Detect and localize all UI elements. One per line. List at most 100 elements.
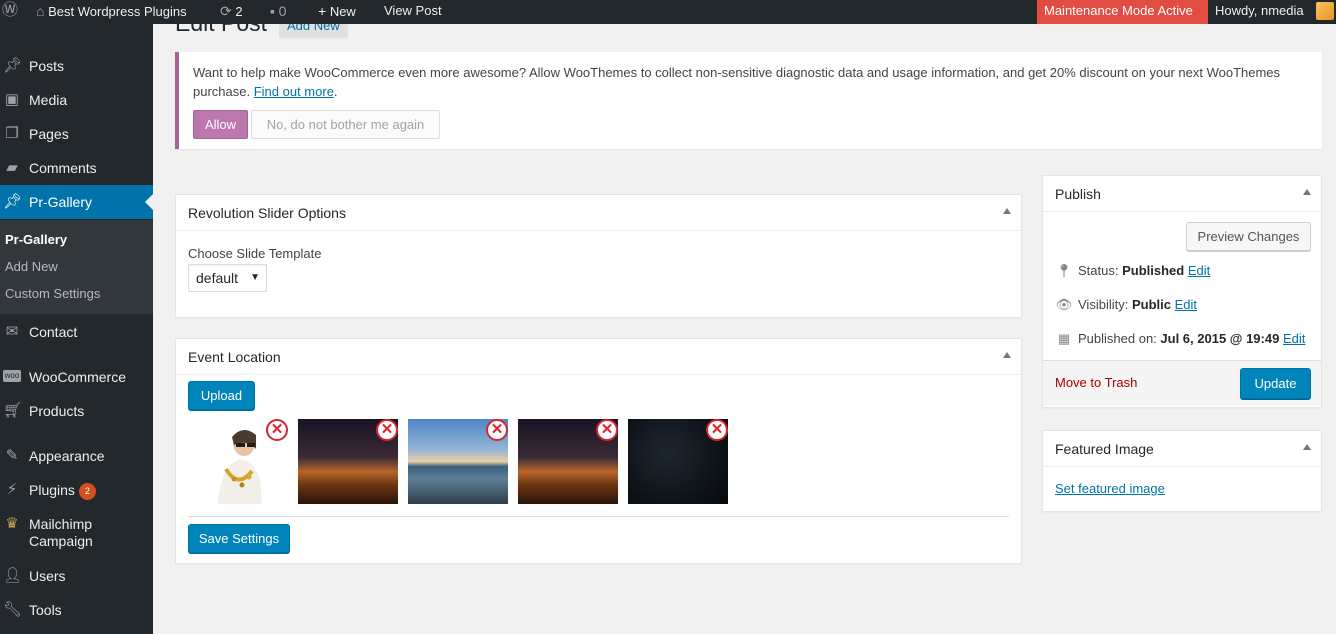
- status-label: Status:: [1078, 263, 1119, 278]
- featured-image-box: Featured Image Set featured image: [1042, 430, 1322, 512]
- submenu-item-pr-gallery[interactable]: Pr-Gallery: [5, 232, 67, 247]
- remove-image-icon[interactable]: ✕: [266, 419, 288, 441]
- submenu-item-custom-settings[interactable]: Custom Settings: [5, 286, 100, 301]
- maintenance-mode-badge[interactable]: Maintenance Mode Active: [1037, 0, 1208, 24]
- site-name-link[interactable]: ⌂ Best Wordpress Plugins: [36, 0, 187, 24]
- mail-icon: ✉: [5, 323, 19, 340]
- updates-count: 2: [235, 4, 243, 19]
- plugins-update-badge: 2: [78, 483, 96, 500]
- sidebar-item-label: Comments: [29, 160, 97, 176]
- sidebar-item-label: Mailchimp Campaign: [29, 516, 93, 550]
- divider: [188, 516, 1009, 517]
- slide-template-value: default: [196, 270, 239, 286]
- wordpress-logo-icon[interactable]: Ⓦ: [2, 0, 18, 24]
- brush-icon: ✎: [5, 447, 19, 464]
- remove-image-icon[interactable]: ✕: [596, 419, 618, 441]
- sidebar-item-users[interactable]: 👤︎ Users: [0, 559, 153, 593]
- submenu-item-add-new[interactable]: Add New: [5, 259, 58, 274]
- box-title[interactable]: Revolution Slider Options: [176, 195, 1021, 231]
- updates-link[interactable]: ⟳ 2: [220, 0, 243, 24]
- comments-link[interactable]: ▪ 0: [270, 0, 286, 24]
- woocommerce-tracking-notice: Want to help make WooCommerce even more …: [175, 52, 1322, 149]
- dismiss-button[interactable]: No, do not bother me again: [251, 110, 440, 139]
- revolution-slider-options-box: Revolution Slider Options Choose Slide T…: [175, 194, 1022, 318]
- allow-button[interactable]: Allow: [193, 110, 248, 139]
- sidebar-item-comments[interactable]: ▰ Comments: [0, 151, 153, 185]
- post-status: 📍︎ Status: Published Edit: [1055, 263, 1211, 279]
- edit-date-link[interactable]: Edit: [1283, 331, 1305, 346]
- sidebar-item-label: Appearance: [29, 448, 105, 464]
- wrench-icon: 🔧︎: [3, 601, 23, 618]
- sidebar-item-label: Tools: [29, 602, 62, 618]
- update-button[interactable]: Update: [1240, 368, 1311, 399]
- sidebar-item-contact[interactable]: ✉ Contact: [0, 315, 153, 349]
- site-name-label: Best Wordpress Plugins: [48, 4, 187, 19]
- woocommerce-icon: woo: [3, 370, 21, 382]
- comments-icon: ▰: [6, 159, 18, 176]
- sidebar-item-pages[interactable]: ❐ Pages: [0, 117, 153, 151]
- sidebar-item-label: Posts: [29, 58, 65, 74]
- mailchimp-label-line1: Mailchimp: [29, 516, 93, 532]
- sidebar-item-media[interactable]: ▣ Media: [0, 83, 153, 117]
- box-title[interactable]: Publish: [1043, 176, 1321, 212]
- sidebar-item-appearance[interactable]: ✎ Appearance: [0, 439, 153, 473]
- notice-message: Want to help make WooCommerce even more …: [193, 63, 1303, 101]
- event-location-box: Event Location Upload ✕ ✕ ✕ ✕ ✕ Save Set…: [175, 338, 1022, 564]
- sidebar-item-pr-gallery[interactable]: 📌︎ Pr-Gallery: [0, 185, 153, 219]
- preview-changes-button[interactable]: Preview Changes: [1186, 222, 1311, 251]
- slide-template-select[interactable]: default ▼: [188, 264, 267, 292]
- view-post-link[interactable]: View Post: [384, 0, 442, 24]
- sidebar-item-products[interactable]: 🛒︎ Products: [0, 394, 153, 428]
- remove-image-icon[interactable]: ✕: [486, 419, 508, 441]
- sidebar-item-label: Products: [29, 403, 85, 419]
- admin-sidebar: ◔Dashboard 📌︎Posts ▣Media ❐Pages ▰Commen…: [0, 10, 153, 634]
- collapse-arrow-icon[interactable]: [1003, 352, 1011, 358]
- remove-image-icon[interactable]: ✕: [376, 419, 398, 441]
- sidebar-item-label: Media: [29, 92, 68, 108]
- account-menu[interactable]: Howdy, nmedia: [1215, 0, 1304, 22]
- eye-icon: 👁︎: [1055, 297, 1073, 312]
- sidebar-item-plugins[interactable]: ⚡︎ Plugins 2: [0, 473, 153, 507]
- calendar-icon: ▦: [1057, 331, 1071, 346]
- sidebar-item-label: Pages: [29, 126, 69, 142]
- sidebar-item-label: WooCommerce: [29, 369, 126, 385]
- move-to-trash-link[interactable]: Move to Trash: [1055, 375, 1137, 390]
- save-settings-button[interactable]: Save Settings: [188, 524, 290, 553]
- published-on-label: Published on:: [1078, 331, 1157, 346]
- status-value: Published: [1122, 263, 1185, 278]
- pushpin-icon: 📌︎: [3, 57, 23, 74]
- mailchimp-label-line2: Campaign: [29, 533, 93, 549]
- collapse-arrow-icon[interactable]: [1303, 444, 1311, 450]
- plugin-icon: ⚡︎: [6, 481, 18, 498]
- notice-text: Want to help make WooCommerce even more …: [193, 65, 1281, 99]
- edit-visibility-link[interactable]: Edit: [1175, 297, 1197, 312]
- cart-icon: 🛒︎: [3, 402, 23, 419]
- collapse-arrow-icon[interactable]: [1003, 208, 1011, 214]
- box-title[interactable]: Featured Image: [1043, 431, 1321, 467]
- sidebar-item-label: Contact: [29, 324, 78, 340]
- new-label: New: [329, 4, 356, 19]
- avatar[interactable]: [1316, 2, 1334, 20]
- published-on-value: Jul 6, 2015 @ 19:49: [1160, 331, 1280, 346]
- sidebar-item-label: Pr-Gallery: [29, 194, 93, 210]
- sidebar-item-label: Users: [29, 568, 66, 584]
- plus-icon: +: [318, 3, 327, 19]
- user-icon: 👤︎: [3, 567, 23, 584]
- box-title[interactable]: Event Location: [176, 339, 1021, 375]
- upload-button[interactable]: Upload: [188, 381, 255, 410]
- pushpin-icon: 📌︎: [3, 193, 23, 210]
- sidebar-item-woocommerce[interactable]: woo WooCommerce: [0, 360, 153, 394]
- sidebar-item-tools[interactable]: 🔧︎ Tools: [0, 593, 153, 627]
- pr-gallery-submenu: Pr-Gallery Add New Custom Settings: [0, 220, 153, 314]
- collapse-arrow-icon[interactable]: [1303, 189, 1311, 195]
- sidebar-item-posts[interactable]: 📌︎ Posts: [0, 49, 153, 83]
- plugins-label: Plugins: [29, 482, 75, 498]
- set-featured-image-link[interactable]: Set featured image: [1055, 481, 1165, 496]
- new-content-link[interactable]: + New: [318, 0, 356, 24]
- edit-status-link[interactable]: Edit: [1188, 263, 1210, 278]
- publish-date: ▦ Published on: Jul 6, 2015 @ 19:49 Edit: [1055, 331, 1306, 347]
- find-out-more-link[interactable]: Find out more: [254, 84, 334, 99]
- post-visibility: 👁︎ Visibility: Public Edit: [1055, 297, 1197, 313]
- sidebar-item-mailchimp[interactable]: ♛ Mailchimp Campaign: [0, 507, 153, 559]
- remove-image-icon[interactable]: ✕: [706, 419, 728, 441]
